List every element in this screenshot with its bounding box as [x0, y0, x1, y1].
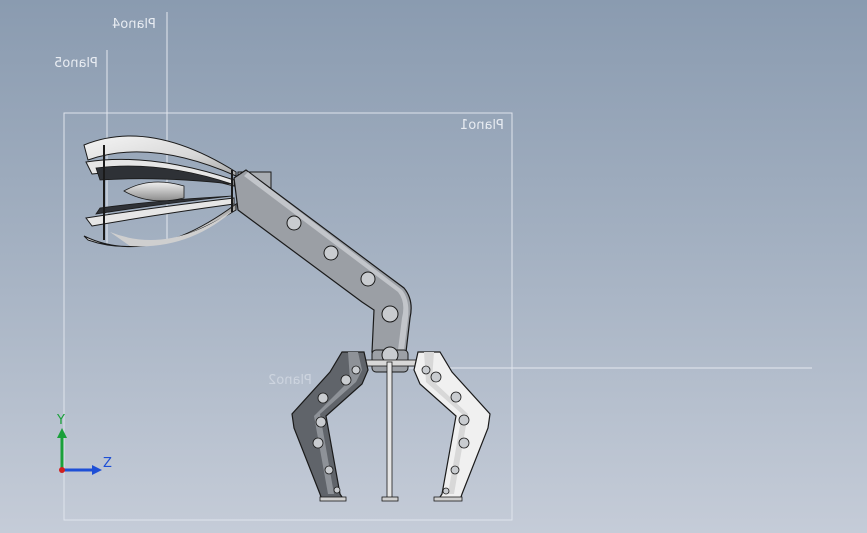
triad-z-arrow — [92, 465, 102, 475]
center-rod[interactable] — [386, 361, 393, 499]
triad-y-label: Y — [57, 413, 65, 428]
3d-viewport[interactable]: Plano4 Plano5 Plano1 Plano2 Y Z — [0, 0, 867, 533]
right-leg-hole[interactable] — [450, 465, 460, 475]
right-leg-hole[interactable] — [450, 391, 462, 403]
left-leg-hole[interactable] — [351, 365, 361, 375]
left-leg-hole[interactable] — [324, 465, 334, 475]
triad-x-axis — [59, 467, 65, 473]
model-graphics — [57, 12, 812, 521]
arm-link[interactable] — [233, 169, 412, 353]
right-leg-hole[interactable] — [442, 487, 450, 495]
left-leg-hole[interactable] — [312, 437, 324, 449]
triad-z-label: Z — [103, 456, 112, 471]
left-leg-hole[interactable] — [317, 392, 329, 404]
left-foot[interactable] — [319, 496, 347, 502]
arm-hole[interactable] — [323, 245, 339, 261]
left-leg-hole[interactable] — [333, 486, 341, 494]
arm-hole[interactable] — [381, 305, 399, 323]
left-leg-hole[interactable] — [315, 416, 327, 428]
center-foot[interactable] — [381, 496, 399, 502]
right-leg-hole[interactable] — [458, 414, 470, 426]
arm-hole[interactable] — [360, 271, 376, 287]
right-foot[interactable] — [433, 496, 463, 502]
right-leg-hole[interactable] — [458, 437, 470, 449]
left-leg-hole[interactable] — [340, 374, 352, 386]
arm-hole[interactable] — [286, 215, 302, 231]
right-leg-hole[interactable] — [430, 371, 442, 383]
right-leg-hole[interactable] — [421, 365, 431, 375]
triad-y-arrow — [57, 428, 67, 438]
center-cone[interactable] — [123, 181, 185, 202]
